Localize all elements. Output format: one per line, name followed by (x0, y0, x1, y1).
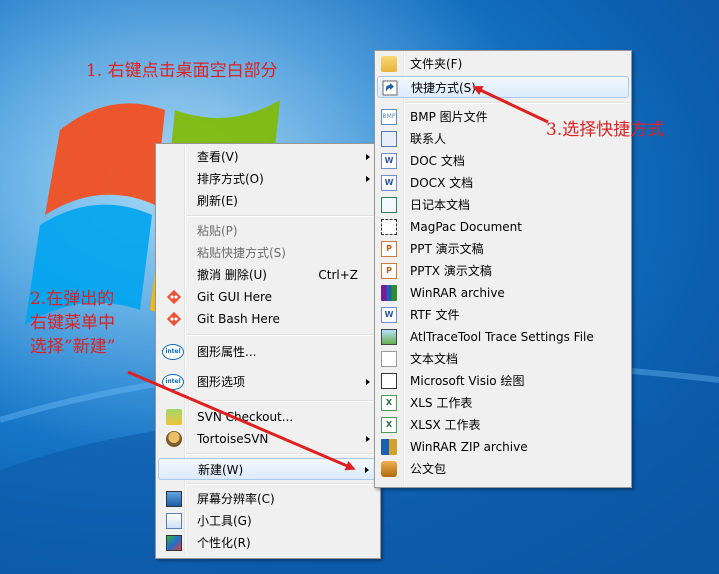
submenu-item-text[interactable]: 文本文档 (377, 348, 629, 370)
submenu-item-visio[interactable]: Microsoft Visio 绘图 (377, 370, 629, 392)
annotation-step2-line3: 选择”新建” (30, 337, 116, 357)
personalize-icon (166, 535, 182, 551)
shortcut-label: Ctrl+Z (318, 268, 358, 282)
menu-separator (186, 483, 378, 485)
submenu-arrow-icon (365, 467, 369, 473)
menu-separator (186, 215, 378, 217)
intel-icon: intel (162, 374, 184, 390)
gadget-icon (166, 513, 182, 529)
submenu-item-winrar-zip[interactable]: WinRAR ZIP archive (377, 436, 629, 458)
menu-item-graphics-properties[interactable]: intel 图形属性... (158, 341, 378, 363)
xlsx-icon: X (381, 417, 397, 433)
journal-icon (381, 197, 397, 213)
tortoise-icon (166, 431, 182, 447)
submenu-item-magpac[interactable]: MagPac Document (377, 216, 629, 238)
briefcase-icon (381, 461, 397, 477)
atltrace-icon (381, 329, 397, 345)
menu-separator (186, 453, 378, 455)
submenu-item-rtf[interactable]: W RTF 文件 (377, 304, 629, 326)
submenu-item-shortcut[interactable]: 快捷方式(S) (377, 76, 629, 98)
submenu-item-docx[interactable]: W DOCX 文档 (377, 172, 629, 194)
annotation-step3: 3.选择快捷方式 (546, 120, 665, 140)
magpac-icon (381, 219, 397, 235)
submenu-item-briefcase[interactable]: 公文包 (377, 458, 629, 480)
submenu-item-ppt[interactable]: P PPT 演示文稿 (377, 238, 629, 260)
submenu-arrow-icon (366, 176, 370, 182)
menu-item-gadgets[interactable]: 小工具(G) (158, 510, 378, 532)
winrar-icon (381, 285, 397, 301)
intel-icon: intel (162, 344, 184, 360)
submenu-arrow-icon (366, 379, 370, 385)
menu-item-paste[interactable]: 粘贴(P) (158, 220, 378, 242)
git-icon (166, 289, 182, 305)
menu-item-svn-checkout[interactable]: SVN Checkout... (158, 406, 378, 428)
menu-item-git-bash[interactable]: Git Bash Here (158, 308, 378, 330)
monitor-icon (166, 491, 182, 507)
docx-icon: W (381, 175, 397, 191)
pptx-icon: P (381, 263, 397, 279)
annotation-step2: 2.在弹出的 右键菜单中 选择”新建” (30, 287, 115, 359)
submenu-arrow-icon (366, 436, 370, 442)
submenu-item-folder[interactable]: 文件夹(F) (377, 53, 629, 75)
menu-item-view[interactable]: 查看(V) (158, 146, 378, 168)
winrar-zip-icon (381, 439, 397, 455)
bmp-icon: BMP (381, 109, 397, 125)
menu-item-personalize[interactable]: 个性化(R) (158, 532, 378, 554)
submenu-item-xlsx[interactable]: X XLSX 工作表 (377, 414, 629, 436)
annotation-step2-line1: 2.在弹出的 (30, 289, 115, 309)
ppt-icon: P (381, 241, 397, 257)
menu-separator (186, 334, 378, 336)
svn-checkout-icon (166, 409, 182, 425)
annotation-step2-line2: 右键菜单中 (30, 313, 115, 333)
text-icon (381, 351, 397, 367)
doc-icon: W (381, 153, 397, 169)
menu-separator (186, 400, 378, 402)
menu-item-refresh[interactable]: 刷新(E) (158, 190, 378, 212)
submenu-item-winrar[interactable]: WinRAR archive (377, 282, 629, 304)
menu-item-screen-resolution[interactable]: 屏幕分辨率(C) (158, 488, 378, 510)
submenu-item-atltrace[interactable]: AtlTraceTool Trace Settings File (377, 326, 629, 348)
submenu-item-journal[interactable]: 日记本文档 (377, 194, 629, 216)
submenu-item-xls[interactable]: X XLS 工作表 (377, 392, 629, 414)
menu-item-undo-delete[interactable]: 撤消 删除(U) Ctrl+Z (158, 264, 378, 286)
visio-icon (381, 373, 397, 389)
menu-item-git-gui[interactable]: Git GUI Here (158, 286, 378, 308)
menu-item-graphics-options[interactable]: intel 图形选项 (158, 371, 378, 393)
menu-item-sort[interactable]: 排序方式(O) (158, 168, 378, 190)
xls-icon: X (381, 395, 397, 411)
contact-icon (381, 131, 397, 147)
desktop-context-menu: 查看(V) 排序方式(O) 刷新(E) 粘贴(P) 粘贴快捷方式(S) 撤消 删… (155, 143, 381, 559)
annotation-step1: 1. 右键点击桌面空白部分 (86, 61, 278, 81)
submenu-arrow-icon (366, 154, 370, 160)
menu-separator (405, 102, 629, 104)
submenu-item-pptx[interactable]: P PPTX 演示文稿 (377, 260, 629, 282)
menu-item-tortoisesvn[interactable]: TortoiseSVN (158, 428, 378, 450)
shortcut-icon (382, 80, 398, 96)
menu-item-paste-shortcut[interactable]: 粘贴快捷方式(S) (158, 242, 378, 264)
submenu-item-doc[interactable]: W DOC 文档 (377, 150, 629, 172)
menu-item-new[interactable]: 新建(W) (158, 458, 378, 480)
rtf-icon: W (381, 307, 397, 323)
git-icon (166, 311, 182, 327)
folder-icon (381, 56, 397, 72)
